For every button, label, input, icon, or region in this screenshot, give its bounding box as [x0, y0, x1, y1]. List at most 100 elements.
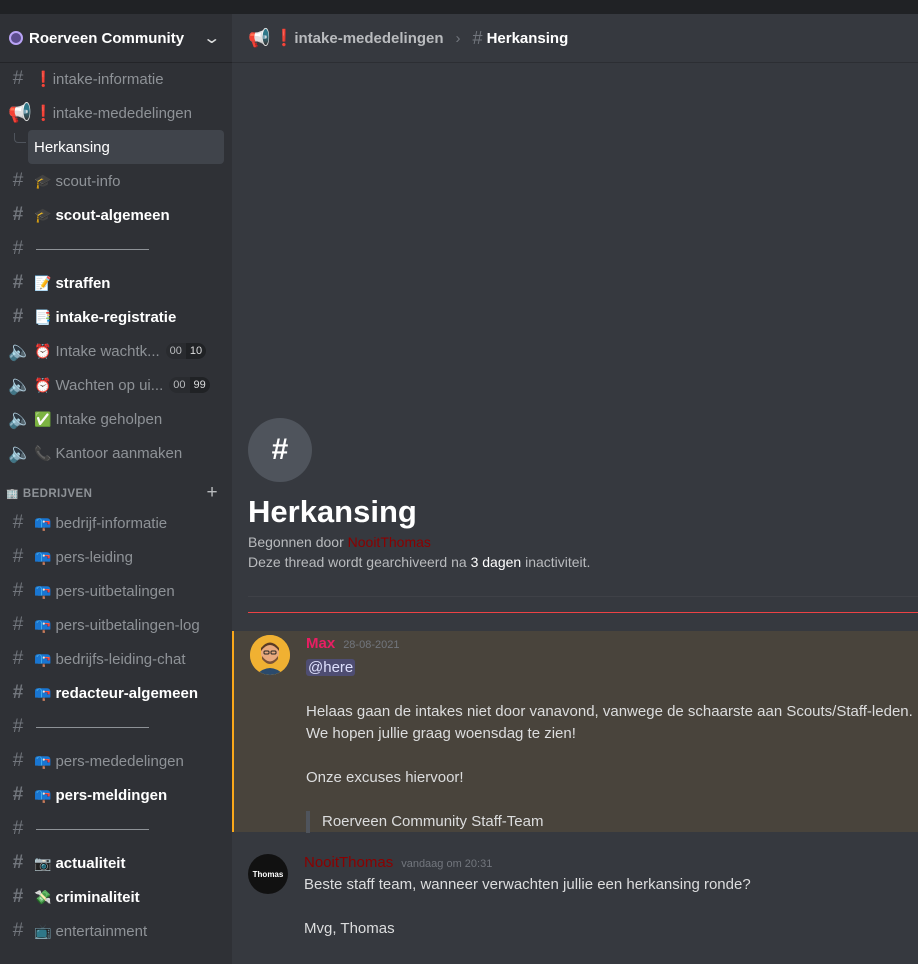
- thread-header: 📢 ❗ intake-mededelingen › # Herkansing: [232, 14, 918, 62]
- archive-duration[interactable]: 3 dagen: [471, 554, 522, 570]
- voice-channel-intake-wachtkamer[interactable]: 🔈 ⏰ Intake wachtk... 00 10: [0, 334, 232, 368]
- text-channel-icon: #: [12, 170, 24, 191]
- channel-label: actualiteit: [55, 854, 126, 872]
- message-line: Onze excuses hiervoor!: [306, 769, 464, 786]
- channel-redacteur-algemeen[interactable]: # 📪 redacteur-algemeen: [0, 676, 232, 710]
- mailbox-icon: 📪: [34, 548, 52, 565]
- channel-intake-mededelingen[interactable]: 📢 ❗ intake-mededelingen: [0, 96, 232, 130]
- channel-pers-uitbetalingen-log[interactable]: # 📪 pers-uitbetalingen-log: [0, 608, 232, 642]
- building-icon: 🏢: [6, 489, 19, 500]
- text-channel-icon: #: [12, 682, 24, 703]
- channel-label: pers-leiding: [55, 548, 133, 566]
- channel-label: intake-registratie: [55, 308, 177, 326]
- channel-straffen[interactable]: # 📝 straffen: [0, 266, 232, 300]
- user-count: 00: [165, 343, 186, 359]
- channel-pers-mededelingen[interactable]: # 📪 pers-mededelingen: [0, 744, 232, 778]
- channel-label: Wachten op ui...: [55, 376, 164, 394]
- title-strip: [0, 0, 918, 14]
- mention-here[interactable]: @here: [306, 659, 356, 676]
- text-channel-icon: #: [12, 204, 24, 225]
- mailbox-icon: 📪: [34, 616, 52, 633]
- speaker-icon: 🔈: [8, 341, 32, 362]
- channel-intake-informatie[interactable]: # ❗ intake-informatie: [0, 62, 232, 96]
- user-limit-badge: 00 99: [169, 377, 210, 393]
- channel-label: intake-mededelingen: [52, 104, 192, 122]
- message-item[interactable]: Max 28-08-2021 @here Helaas gaan de inta…: [232, 631, 918, 833]
- voice-channel-wachten-op-uitslag[interactable]: 🔈 ⏰ Wachten op ui... 00 99: [0, 368, 232, 402]
- channel-label: Intake geholpen: [55, 410, 163, 428]
- user-limit-badge: 00 10: [165, 343, 207, 359]
- avatar[interactable]: Thomas: [248, 854, 288, 894]
- text-channel-icon: #: [12, 750, 24, 771]
- announcement-channel-icon: 📢: [8, 103, 32, 124]
- text-channel-icon: #: [12, 580, 24, 601]
- channel-criminaliteit[interactable]: # 💸 criminaliteit: [0, 880, 232, 914]
- mailbox-icon: 📪: [34, 786, 52, 803]
- message-author[interactable]: Max: [306, 635, 335, 652]
- channel-label: scout-info: [55, 172, 121, 190]
- chevron-down-icon[interactable]: ⌄: [202, 28, 221, 48]
- speaker-icon: 🔈: [8, 375, 32, 396]
- breadcrumb-parent-channel[interactable]: intake-mededelingen: [294, 30, 443, 47]
- channel-pers-leiding[interactable]: # 📪 pers-leiding: [0, 540, 232, 574]
- channel-bedrijf-informatie[interactable]: # 📪 bedrijf-informatie: [0, 506, 232, 540]
- thread-view: 📢 ❗ intake-mededelingen › # Herkansing #…: [232, 14, 918, 964]
- add-channel-icon[interactable]: +: [207, 483, 219, 502]
- text-channel-icon: #: [12, 614, 24, 635]
- channel-separator[interactable]: #: [0, 812, 232, 846]
- server-header[interactable]: Roerveen Community ⌄: [0, 14, 232, 62]
- bookmark-tabs-icon: 📑: [34, 308, 52, 325]
- channel-label: Intake wachtk...: [55, 342, 160, 360]
- thread-started-by: Begonnen door NooitThomas: [248, 534, 918, 550]
- channel-label: redacteur-algemeen: [55, 684, 198, 702]
- avatar[interactable]: [250, 635, 290, 675]
- channel-pers-uitbetalingen[interactable]: # 📪 pers-uitbetalingen: [0, 574, 232, 608]
- channel-label: criminaliteit: [55, 888, 140, 906]
- channel-pers-meldingen[interactable]: # 📪 pers-meldingen: [0, 778, 232, 812]
- thread-archive-notice: Deze thread wordt gearchiveerd na 3 dage…: [248, 554, 918, 570]
- alarm-clock-icon: ⏰: [34, 376, 52, 393]
- message-line: We hopen jullie graag woensdag te zien!: [306, 725, 576, 742]
- telephone-icon: 📞: [34, 444, 52, 461]
- channel-label: straffen: [55, 274, 111, 292]
- mailbox-icon: 📪: [34, 752, 52, 769]
- thread-herkansing[interactable]: Herkansing: [14, 130, 224, 164]
- channel-separator[interactable]: #: [0, 710, 232, 744]
- thread-starter-name[interactable]: NooitThomas: [348, 534, 431, 550]
- channel-separator[interactable]: #: [0, 232, 232, 266]
- message-item[interactable]: Thomas NooitThomas vandaag om 20:31 Best…: [232, 850, 918, 964]
- category-bedrijven[interactable]: 🏢 BEDRIJVEN +: [0, 470, 232, 506]
- message-line: Mvg, Thomas: [304, 920, 395, 937]
- channel-label: pers-uitbetalingen-log: [55, 616, 200, 634]
- message-timestamp: vandaag om 20:31: [401, 858, 493, 870]
- channel-actualiteit[interactable]: # 📷 actualiteit: [0, 846, 232, 880]
- graduation-cap-icon: 🎓: [34, 172, 52, 189]
- user-count: 00: [169, 377, 190, 393]
- channel-label: pers-uitbetalingen: [55, 582, 175, 600]
- channel-list: # ❗ intake-informatie 📢 ❗ intake-mededel…: [0, 62, 232, 948]
- message-author[interactable]: NooitThomas: [304, 854, 393, 871]
- message-timestamp: 28-08-2021: [343, 639, 400, 651]
- category-label: BEDRIJVEN: [22, 488, 93, 500]
- text-channel-icon: #: [12, 306, 24, 327]
- channel-entertainment[interactable]: # 📺 entertainment: [0, 914, 232, 948]
- message-content: @here Helaas gaan de intakes niet door v…: [306, 657, 913, 833]
- message-header: Max 28-08-2021: [306, 635, 399, 652]
- message-line: Beste staff team, wanneer verwachten jul…: [304, 876, 751, 893]
- mailbox-icon: 📪: [34, 514, 52, 531]
- channel-bedrijfs-leiding-chat[interactable]: # 📪 bedrijfs-leiding-chat: [0, 642, 232, 676]
- channel-label: bedrijfs-leiding-chat: [55, 650, 186, 668]
- channel-scout-info[interactable]: # 🎓 scout-info: [0, 164, 232, 198]
- text-channel-icon: #: [12, 238, 24, 259]
- channel-label: entertainment: [55, 922, 148, 940]
- thread-title: Herkansing: [486, 29, 569, 47]
- channel-intake-registratie[interactable]: # 📑 intake-registratie: [0, 300, 232, 334]
- voice-channel-intake-geholpen[interactable]: 🔈 ✅ Intake geholpen: [0, 402, 232, 436]
- channel-prefix: ❗: [34, 71, 53, 88]
- channel-scout-algemeen[interactable]: # 🎓 scout-algemeen: [0, 198, 232, 232]
- check-mark-icon: ✅: [34, 410, 52, 427]
- thread-label: Herkansing: [34, 138, 110, 156]
- text-channel-icon: #: [12, 68, 24, 89]
- voice-channel-kantoor-aanmaken[interactable]: 🔈 📞 Kantoor aanmaken: [0, 436, 232, 470]
- user-limit: 10: [185, 343, 207, 359]
